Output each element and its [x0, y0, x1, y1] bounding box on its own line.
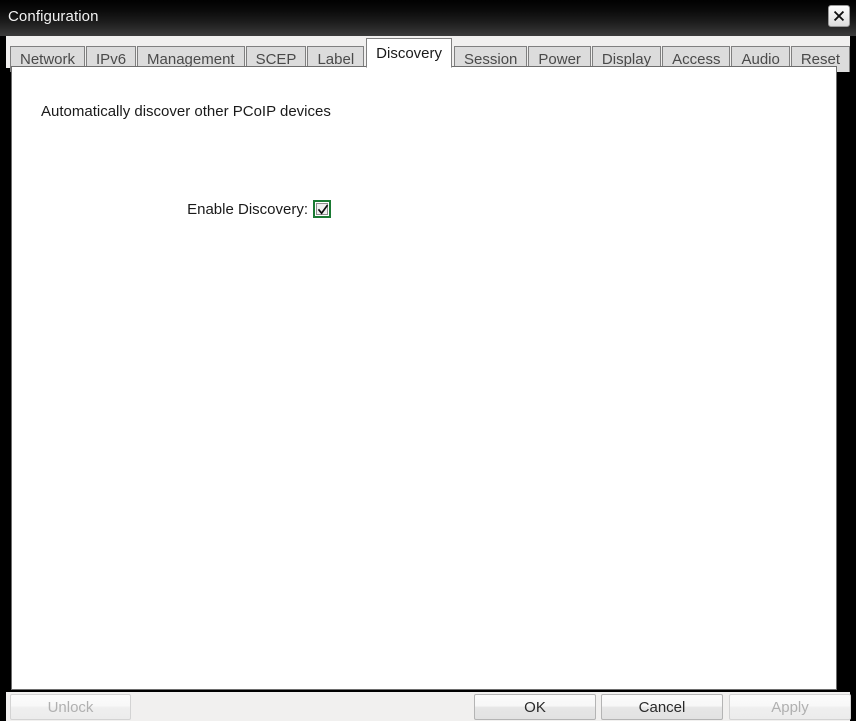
tab-list: Network IPv6 Management SCEP Label Disco…: [10, 38, 851, 72]
close-icon: [829, 10, 849, 22]
tab-discovery[interactable]: Discovery: [366, 38, 453, 68]
checkmark-icon: [317, 204, 329, 216]
tab-strip: Network IPv6 Management SCEP Label Disco…: [6, 36, 851, 72]
checkbox-box: [316, 203, 329, 216]
cancel-button[interactable]: Cancel: [601, 694, 723, 720]
apply-button[interactable]: Apply: [729, 694, 851, 720]
ok-button[interactable]: OK: [474, 694, 596, 720]
unlock-button[interactable]: Unlock: [10, 694, 131, 720]
window-title: Configuration: [8, 8, 99, 25]
enable-discovery-row: Enable Discovery:: [12, 200, 836, 222]
title-bar: Configuration: [0, 0, 856, 36]
close-button[interactable]: [828, 5, 850, 27]
configuration-window: Configuration Network IPv6 Management SC…: [0, 0, 856, 721]
discovery-panel: Automatically discover other PCoIP devic…: [11, 66, 837, 690]
dialog-button-bar: Unlock OK Cancel Apply: [6, 692, 851, 721]
enable-discovery-checkbox[interactable]: [313, 200, 331, 218]
enable-discovery-label: Enable Discovery:: [187, 201, 308, 218]
panel-heading: Automatically discover other PCoIP devic…: [41, 103, 331, 120]
